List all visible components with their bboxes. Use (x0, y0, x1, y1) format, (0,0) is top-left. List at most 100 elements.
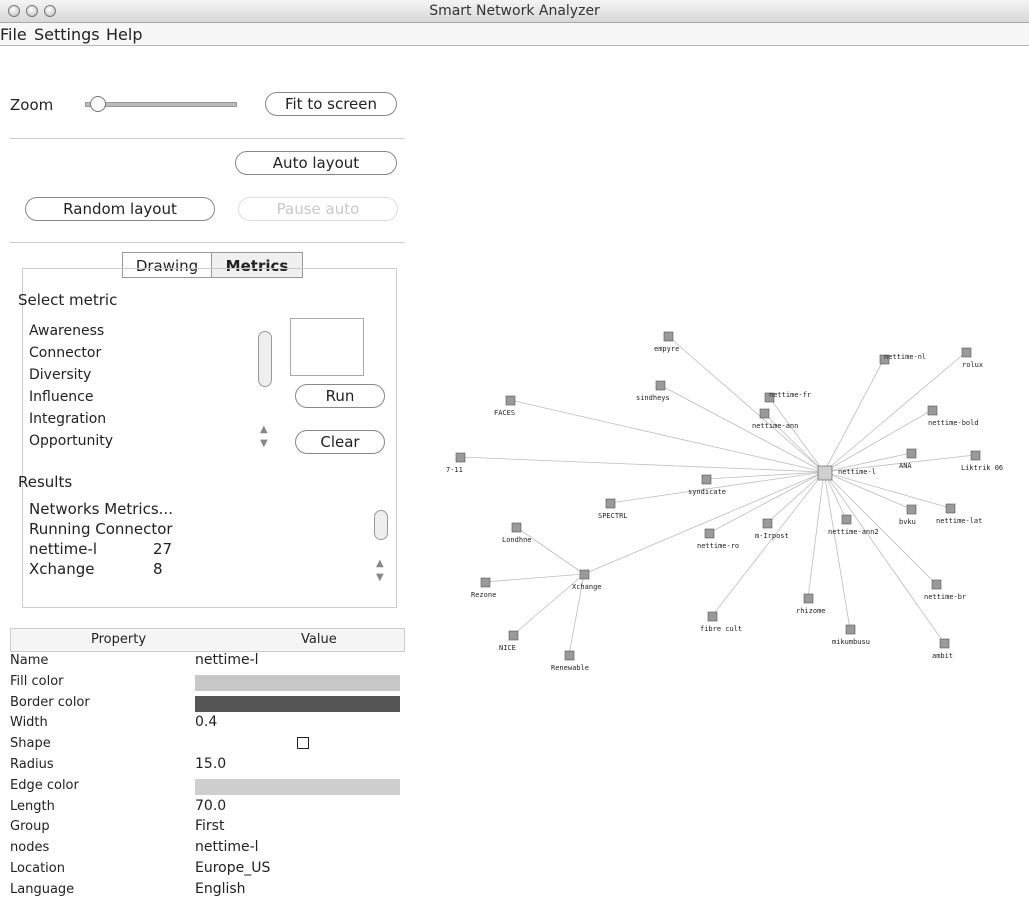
metric-list[interactable]: Awareness Connector Diversity Influence … (25, 318, 282, 462)
property-row[interactable]: Location Europe_US (10, 860, 405, 880)
node-square[interactable] (762, 518, 773, 529)
property-value[interactable]: nettime-l (195, 839, 259, 855)
property-row[interactable]: Name nettime-l (10, 652, 405, 672)
node-square[interactable] (605, 498, 616, 509)
node-square[interactable] (759, 408, 770, 419)
pause-auto-button[interactable]: Pause auto (238, 197, 398, 221)
property-row[interactable]: Border color (10, 694, 405, 714)
graph-node[interactable]: nettime-fr (764, 391, 811, 403)
graph-node[interactable]: sindheys (636, 380, 670, 402)
metric-item-opportunity[interactable]: Opportunity (29, 433, 113, 449)
node-square[interactable] (961, 347, 972, 358)
menu-file[interactable]: File (0, 25, 27, 44)
graph-node[interactable]: FACES (494, 395, 516, 417)
property-value[interactable]: English (195, 881, 246, 897)
metric-item-diversity[interactable]: Diversity (29, 367, 91, 383)
results-scrollbar[interactable] (374, 510, 388, 540)
property-value[interactable]: nettime-l (195, 652, 259, 668)
graph-node[interactable]: NICE (499, 630, 519, 652)
node-square[interactable] (505, 395, 516, 406)
property-row[interactable]: Radius 15.0 (10, 756, 405, 776)
property-value[interactable]: 15.0 (195, 756, 226, 772)
metric-item-connector[interactable]: Connector (29, 345, 101, 361)
node-square[interactable] (970, 450, 981, 461)
color-swatch[interactable] (195, 674, 400, 691)
menu-settings[interactable]: Settings (34, 25, 100, 44)
node-square[interactable] (701, 474, 712, 485)
node-square[interactable] (704, 528, 715, 539)
property-row[interactable]: Language English (10, 881, 405, 901)
node-square[interactable] (931, 579, 942, 590)
graph-node[interactable]: SPECTRL (598, 498, 628, 520)
graph-node[interactable]: nettime-lat (936, 503, 982, 525)
scroll-up-icon[interactable]: ▲ (260, 424, 268, 435)
graph-node[interactable]: nettime-nl (879, 353, 926, 365)
node-square[interactable] (906, 448, 917, 459)
node-square[interactable] (707, 611, 718, 622)
graph-node[interactable]: nettime-bold (927, 405, 979, 427)
graph-node[interactable]: rolux (961, 347, 983, 369)
clear-button[interactable]: Clear (295, 430, 385, 454)
node-square[interactable] (841, 514, 852, 525)
graph-node[interactable]: Renewable (551, 650, 589, 672)
metric-item-influence[interactable]: Influence (29, 389, 94, 405)
node-square[interactable] (508, 630, 519, 641)
metric-item-awareness[interactable]: Awareness (29, 323, 104, 339)
scroll-down-icon[interactable]: ▼ (376, 572, 384, 583)
graph-node[interactable]: fibre cult (700, 611, 742, 633)
node-square[interactable] (579, 569, 590, 580)
property-value[interactable]: 70.0 (195, 798, 226, 814)
node-square[interactable] (845, 624, 856, 635)
node-square[interactable] (455, 452, 466, 463)
random-layout-button[interactable]: Random layout (25, 197, 215, 221)
node-square[interactable] (511, 522, 522, 533)
property-value[interactable]: Europe_US (195, 860, 270, 876)
network-graph[interactable]: nettime-l empyre rolux nettime-nl nettime-fr… (410, 46, 1029, 908)
node-square[interactable] (927, 405, 938, 416)
graph-node[interactable]: mikumbusu (832, 624, 870, 646)
menu-help[interactable]: Help (106, 25, 142, 44)
square-shape-icon[interactable] (297, 737, 309, 750)
graph-node[interactable]: m-Irpost (755, 518, 789, 540)
node-square[interactable] (906, 504, 917, 515)
scroll-down-icon[interactable]: ▼ (260, 438, 268, 449)
color-swatch[interactable] (195, 695, 400, 712)
node-square[interactable] (939, 638, 950, 649)
node-square[interactable] (564, 650, 575, 661)
node-square[interactable] (817, 465, 833, 481)
property-row[interactable]: Group First (10, 818, 405, 838)
metric-list-scrollbar[interactable] (258, 331, 272, 387)
property-row[interactable]: Fill color (10, 673, 405, 693)
graph-node[interactable]: nettime-ann (752, 408, 798, 430)
auto-layout-button[interactable]: Auto layout (235, 151, 397, 175)
graph-node[interactable]: nettime-l (817, 465, 876, 481)
zoom-slider-knob[interactable] (90, 96, 106, 112)
node-square[interactable] (945, 503, 956, 514)
property-row[interactable]: Length 70.0 (10, 798, 405, 818)
node-square[interactable] (480, 577, 491, 588)
node-square[interactable] (663, 331, 674, 342)
metric-item-integration[interactable]: Integration (29, 411, 106, 427)
zoom-slider[interactable] (85, 102, 237, 107)
run-button[interactable]: Run (295, 384, 385, 408)
property-row[interactable]: Width 0.4 (10, 714, 405, 734)
property-row[interactable]: Edge color (10, 777, 405, 797)
graph-node[interactable]: ANA (899, 448, 917, 470)
node-square[interactable] (803, 593, 814, 604)
property-value[interactable]: 0.4 (195, 714, 217, 730)
graph-node[interactable]: nettime-ann2 (828, 514, 879, 536)
graph-node[interactable]: Londhne (502, 522, 532, 544)
graph-node[interactable]: Liktrik 06 (961, 450, 1003, 472)
fit-to-screen-button[interactable]: Fit to screen (265, 92, 397, 116)
graph-node[interactable]: nettime-br (924, 579, 966, 601)
node-square[interactable] (655, 380, 666, 391)
graph-node[interactable]: 7-11 (446, 452, 466, 474)
property-row[interactable]: nodes nettime-l (10, 839, 405, 859)
graph-node[interactable]: rhizome (796, 593, 826, 615)
property-value[interactable]: First (195, 818, 224, 834)
property-row[interactable]: Shape (10, 735, 405, 755)
graph-node[interactable]: ambit (932, 638, 953, 660)
graph-node[interactable]: bvku (899, 504, 917, 526)
color-swatch[interactable] (195, 778, 400, 795)
scroll-up-icon[interactable]: ▲ (376, 558, 384, 569)
